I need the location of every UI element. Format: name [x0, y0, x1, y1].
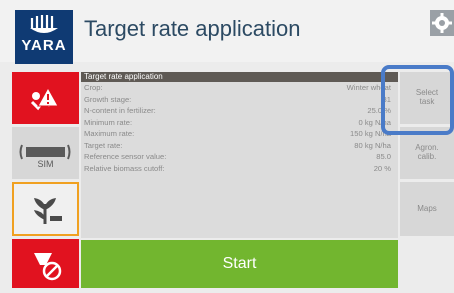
info-row-crop: Crop: Winter wheat	[81, 82, 398, 94]
row-value: 80 kg N/ha	[354, 140, 391, 150]
map-warning-icon	[30, 86, 59, 111]
info-row-growth-stage: Growth stage: 31	[81, 94, 398, 106]
row-label: Growth stage:	[84, 94, 132, 104]
gear-icon	[432, 13, 452, 33]
sensor-simulation-button[interactable]: SIM	[12, 127, 79, 179]
info-row-n-content: N-content in fertilizer: 25.0 %	[81, 105, 398, 117]
start-button[interactable]: Start	[81, 240, 398, 288]
logo-text: YARA	[21, 37, 67, 54]
row-label: Crop:	[84, 83, 103, 92]
row-value: 20 %	[373, 163, 391, 173]
maps-button[interactable]: Maps	[400, 182, 454, 236]
selection-highlight	[381, 65, 454, 135]
row-label: Reference sensor value:	[84, 152, 167, 161]
header: YARA Target rate application	[0, 0, 454, 64]
info-row-biomass-cutoff: Relative biomass cutoff: 20 %	[81, 163, 398, 175]
info-row-reference-sensor: Reference sensor value: 85.0	[81, 151, 398, 163]
viking-ship-icon	[30, 15, 58, 33]
row-label: Minimum rate:	[84, 117, 133, 127]
stop-application-button[interactable]	[12, 239, 79, 288]
sim-label: SIM	[37, 159, 53, 169]
row-label: N-content in fertilizer:	[84, 106, 156, 115]
yara-logo: YARA	[15, 10, 73, 64]
info-row-minimum-rate: Minimum rate: 0 kg N/ha	[81, 117, 398, 129]
row-label: Target rate:	[84, 140, 123, 150]
maps-label: Maps	[417, 204, 437, 213]
info-row-maximum-rate: Maximum rate: 150 kg N/ha	[81, 128, 398, 140]
application-info-panel: Target rate application Crop: Winter whe…	[81, 72, 398, 238]
info-row-target-rate: Target rate: 80 kg N/ha	[81, 140, 398, 152]
plant-wrench-icon	[34, 198, 62, 224]
crop-settings-button[interactable]	[12, 182, 79, 236]
row-label: Relative biomass cutoff:	[84, 163, 165, 173]
agron-calib-label: Agron. calib.	[415, 143, 439, 161]
page-title: Target rate application	[84, 16, 301, 41]
panel-title: Target rate application	[81, 72, 398, 82]
settings-button[interactable]	[430, 10, 454, 36]
sensor-sim-icon: SIM	[19, 144, 71, 169]
row-label: Maximum rate:	[84, 129, 135, 138]
row-value: 85.0	[376, 152, 391, 161]
map-warning-button[interactable]	[12, 72, 79, 124]
spreader-stop-icon	[34, 253, 62, 281]
